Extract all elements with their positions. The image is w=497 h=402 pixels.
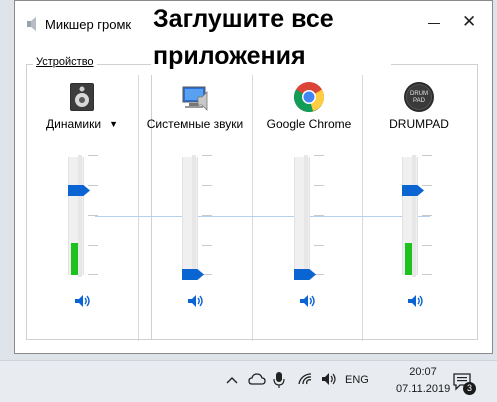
chevron-up-icon[interactable]	[226, 375, 238, 385]
volume-icon[interactable]	[321, 372, 339, 386]
volume-slider-thumb[interactable]	[68, 185, 90, 196]
microphone-icon[interactable]	[273, 371, 285, 389]
clock[interactable]: 20:07 07.11.2019	[396, 364, 450, 398]
device-group-label: Устройство	[33, 56, 97, 68]
volume-slider-track[interactable]	[304, 155, 308, 277]
close-button[interactable]: ✕	[462, 13, 476, 30]
minimize-button[interactable]	[427, 15, 441, 29]
drumpad-icon-text: PAD	[413, 98, 426, 104]
slider-ticks	[88, 155, 98, 275]
speaker-icon	[27, 17, 36, 31]
channel-drumpad: DRUM PAD DRUMPAD	[362, 75, 476, 341]
system-sounds-icon	[182, 86, 208, 111]
drumpad-icon: DRUM PAD	[404, 82, 434, 112]
channel-label: Google Chrome	[266, 117, 352, 131]
channel-google-chrome: Google Chrome	[252, 75, 366, 341]
volume-slider-thumb[interactable]	[402, 185, 424, 196]
drumpad-icon-text: DRUM	[410, 91, 428, 97]
window-title: Микшер громк	[45, 17, 132, 32]
wifi-icon[interactable]	[297, 372, 313, 386]
notification-badge: 3	[463, 382, 476, 395]
clock-date: 07.11.2019	[396, 383, 451, 395]
taskbar: ENG 20:07 07.11.2019 3	[0, 360, 497, 402]
slider-ticks	[422, 155, 432, 275]
channel-label[interactable]: Динамики ▼	[25, 117, 139, 131]
channel-speakers: Динамики ▼	[25, 75, 139, 341]
slider-ticks	[314, 155, 324, 275]
volume-slider-thumb[interactable]	[294, 269, 316, 280]
channel-label: Системные звуки	[146, 117, 244, 131]
cloud-icon[interactable]	[248, 372, 266, 386]
language-indicator[interactable]: ENG	[345, 374, 369, 386]
channel-label: DRUMPAD	[389, 117, 449, 131]
mute-speaker-icon[interactable]	[298, 293, 316, 309]
overlay-line: приложения	[153, 42, 306, 70]
dropdown-arrow-icon[interactable]: ▼	[109, 119, 118, 129]
instruction-overlay: Заглушите все приложения	[151, 1, 391, 75]
mute-speaker-icon[interactable]	[73, 293, 91, 309]
chrome-icon	[294, 82, 324, 113]
channel-system-sounds: Системные звуки	[138, 75, 252, 341]
device-name[interactable]: Динамики	[46, 117, 101, 131]
clock-time: 20:07	[409, 366, 437, 378]
mute-speaker-icon[interactable]	[406, 293, 424, 309]
volume-mixer-window: Микшер громк о) ✕ Устройство Динамики▼	[14, 0, 493, 354]
volume-slider-track[interactable]	[192, 155, 196, 277]
volume-slider-track[interactable]	[412, 155, 416, 277]
slider-ticks	[202, 155, 212, 275]
speaker-device-icon	[70, 83, 94, 111]
overlay-line: Заглушите все	[153, 5, 334, 33]
volume-slider-track[interactable]	[78, 155, 82, 277]
mute-speaker-icon[interactable]	[186, 293, 204, 309]
volume-slider-thumb[interactable]	[182, 269, 204, 280]
